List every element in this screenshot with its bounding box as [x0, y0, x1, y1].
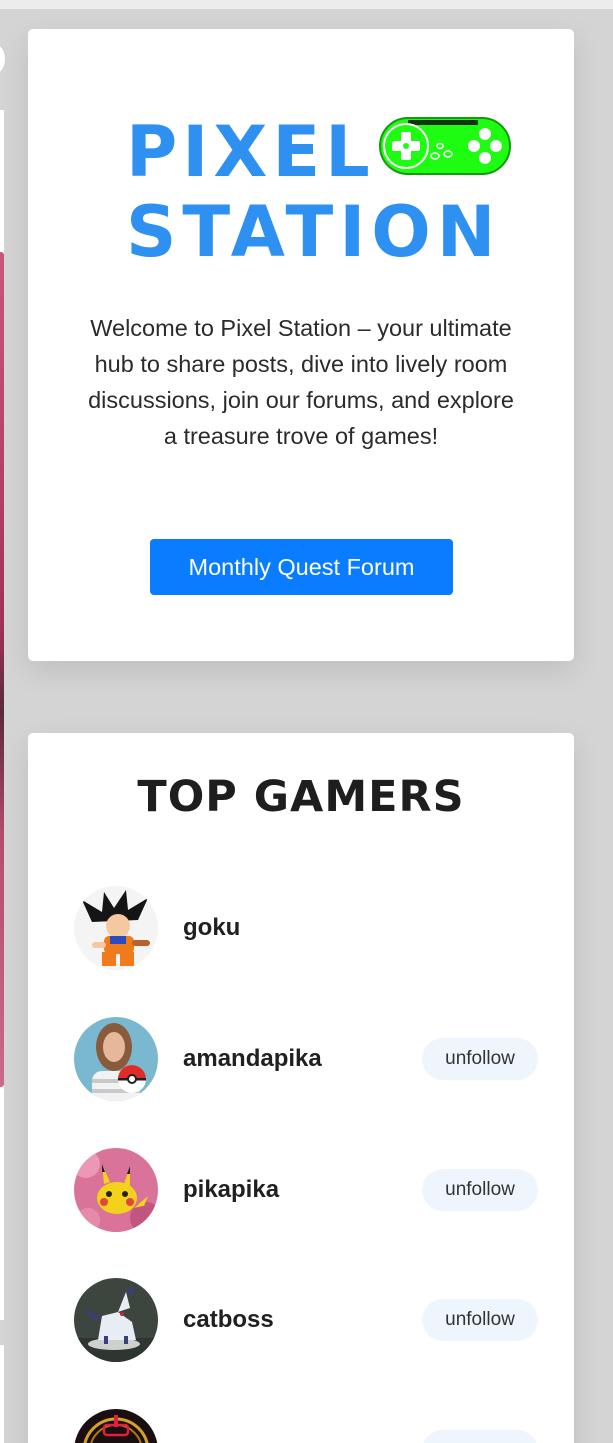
- woman-pokeball-avatar-icon[interactable]: [74, 1017, 158, 1101]
- logo-word-pixel: PIXEL: [126, 111, 375, 193]
- pixel-station-logo: PIXEL STATION: [126, 114, 516, 274]
- welcome-description: Welcome to Pixel Station – your ultimate…: [88, 315, 514, 449]
- unfollow-button[interactable]: unfollow: [422, 1038, 538, 1080]
- unfollow-button[interactable]: unfollow: [422, 1169, 538, 1211]
- top-gamers-card: TOP GAMERS goku amandapika unfollow pika…: [28, 733, 574, 1443]
- gamer-row: [74, 1409, 538, 1443]
- welcome-card: PIXEL STATION Welcome to Pixel Station –…: [28, 29, 574, 661]
- left-partial-card-2: [0, 1345, 4, 1443]
- page: PIXEL STATION Welcome to Pixel Station –…: [0, 0, 613, 1443]
- logo-word-station: STATION: [126, 191, 502, 273]
- gamer-name[interactable]: catboss: [183, 1300, 274, 1340]
- neon-joystick-avatar-icon[interactable]: [74, 1409, 158, 1443]
- gamer-name[interactable]: pikapika: [183, 1170, 279, 1210]
- goku-avatar-icon[interactable]: [74, 886, 158, 970]
- top-gamers-title: TOP GAMERS: [137, 772, 465, 822]
- left-edge-partial-button[interactable]: [0, 40, 6, 78]
- left-partial-image: [0, 252, 4, 1087]
- gamepad-icon: [379, 117, 511, 175]
- unfollow-button-partial[interactable]: [422, 1430, 538, 1443]
- gamer-row: pikapika unfollow: [74, 1148, 538, 1232]
- gamer-row: goku: [74, 886, 536, 970]
- monthly-quest-forum-button[interactable]: Monthly Quest Forum: [150, 539, 453, 595]
- absol-figure-avatar-icon[interactable]: [74, 1278, 158, 1362]
- gamer-name[interactable]: amandapika: [183, 1039, 322, 1079]
- pikachu-avatar-icon[interactable]: [74, 1148, 158, 1232]
- unfollow-button[interactable]: unfollow: [422, 1299, 538, 1341]
- gamer-row: catboss unfollow: [74, 1278, 538, 1362]
- gamer-row: amandapika unfollow: [74, 1017, 538, 1101]
- gamer-name[interactable]: goku: [183, 908, 240, 948]
- top-strip: [0, 0, 613, 9]
